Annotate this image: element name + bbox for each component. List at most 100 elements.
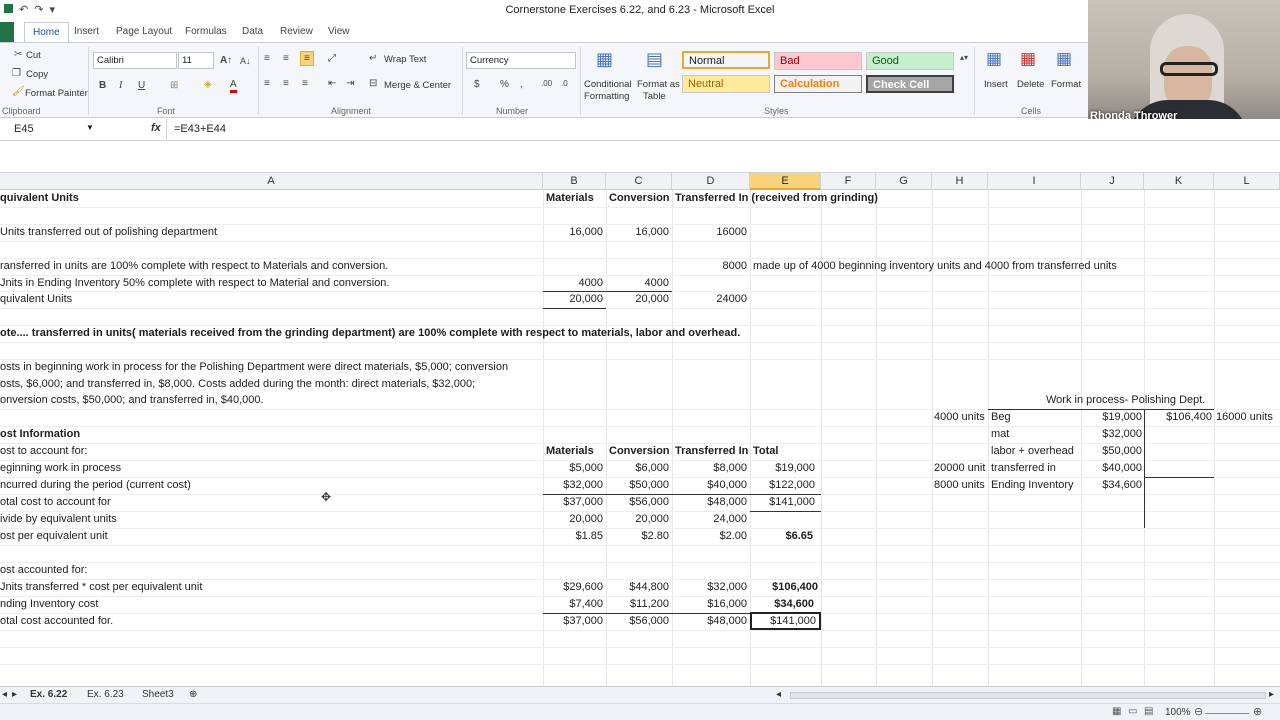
- cell-e17[interactable]: $19,000: [750, 460, 815, 477]
- currency-button[interactable]: $: [474, 79, 480, 90]
- sheet-tab-ex-6-23[interactable]: Ex. 6.23: [87, 689, 124, 700]
- cell-b16[interactable]: Materials: [546, 443, 594, 460]
- cell-a5[interactable]: ransferred in units are 100% complete wi…: [0, 258, 388, 275]
- cell-j18[interactable]: $34,600: [1081, 477, 1142, 494]
- cell-j14[interactable]: $19,000: [1081, 409, 1142, 426]
- column-header-i[interactable]: I: [988, 173, 1081, 190]
- underline-icon[interactable]: U: [138, 80, 145, 91]
- cell-h14[interactable]: 4000 units: [934, 409, 985, 426]
- cell-a6[interactable]: Jnits in Ending Inventory 50% complete w…: [0, 275, 389, 292]
- cell-c21[interactable]: $2.80: [606, 528, 669, 545]
- cell-d24[interactable]: $32,000: [672, 579, 747, 596]
- cell-i15[interactable]: mat: [991, 426, 1009, 443]
- cell-j16[interactable]: $50,000: [1081, 443, 1142, 460]
- formula-input[interactable]: =E43+E44: [174, 123, 226, 135]
- column-header-b[interactable]: B: [543, 173, 606, 190]
- tab-review[interactable]: Review: [280, 26, 313, 37]
- cell-c26[interactable]: $56,000: [606, 613, 669, 630]
- cell-j17[interactable]: $40,000: [1081, 460, 1142, 477]
- grow-font-icon[interactable]: A↑: [220, 55, 232, 66]
- style-calculation[interactable]: Calculation: [774, 75, 862, 93]
- merge-center-button[interactable]: Merge & Center: [384, 80, 451, 91]
- cell-b3[interactable]: 16,000: [543, 224, 603, 241]
- new-sheet-icon[interactable]: ⊕: [189, 689, 197, 700]
- cell-l14[interactable]: 16000 units: [1216, 409, 1273, 426]
- style-neutral[interactable]: Neutral: [682, 75, 770, 93]
- cell-c17[interactable]: $6,000: [606, 460, 669, 477]
- cell-b7[interactable]: 20,000: [543, 291, 603, 308]
- cell-e16[interactable]: Total: [753, 443, 778, 460]
- cell-d17[interactable]: $8,000: [672, 460, 747, 477]
- cell-i14[interactable]: Beg: [991, 409, 1011, 426]
- cell-a18[interactable]: ncurred during the period (current cost): [0, 477, 191, 494]
- cell-e18[interactable]: $122,000: [750, 477, 815, 494]
- cell-a15[interactable]: ost Information: [0, 426, 80, 443]
- name-box-dropdown-icon[interactable]: ▼: [86, 123, 94, 132]
- column-header-d[interactable]: D: [672, 173, 750, 190]
- cell-i17[interactable]: transferred in: [991, 460, 1056, 477]
- page-break-view-icon[interactable]: ▤: [1144, 706, 1153, 717]
- bold-icon[interactable]: B: [99, 80, 106, 91]
- active-cell-selection[interactable]: [750, 612, 821, 630]
- wrap-text-button[interactable]: Wrap Text: [384, 54, 426, 65]
- cell-a1[interactable]: quivalent Units: [0, 190, 79, 207]
- style-good[interactable]: Good: [866, 52, 954, 70]
- comma-style-icon[interactable]: ,: [520, 79, 523, 90]
- cell-c24[interactable]: $44,800: [606, 579, 669, 596]
- decrease-indent-icon[interactable]: ⇤: [328, 78, 336, 89]
- decrease-decimal-icon[interactable]: .0: [561, 79, 568, 88]
- font-size-select[interactable]: 11: [178, 52, 214, 69]
- align-right-icon[interactable]: ≡: [302, 78, 308, 89]
- cell-b21[interactable]: $1.85: [543, 528, 603, 545]
- cell-a7[interactable]: quivalent Units: [0, 291, 72, 308]
- cell-e24[interactable]: $106,400: [750, 579, 818, 596]
- cell-c1[interactable]: Conversion: [609, 190, 670, 207]
- column-header-h[interactable]: H: [932, 173, 988, 190]
- style-bad[interactable]: Bad: [774, 52, 862, 70]
- cell-d26[interactable]: $48,000: [672, 613, 747, 630]
- cell-d3[interactable]: 16000: [672, 224, 747, 241]
- cell-a24[interactable]: Jnits transferred * cost per equivalent …: [0, 579, 202, 596]
- cell-b1[interactable]: Materials: [546, 190, 594, 207]
- font-color-icon[interactable]: A: [230, 79, 237, 93]
- tab-formulas[interactable]: Formulas: [185, 26, 227, 37]
- cell-c18[interactable]: $50,000: [606, 477, 669, 494]
- tab-home[interactable]: Home: [24, 22, 69, 43]
- cut-button[interactable]: Cut: [26, 50, 41, 61]
- cell-a3[interactable]: Units transferred out of polishing depar…: [0, 224, 217, 241]
- t-account-title[interactable]: Work in process- Polishing Dept.: [1046, 392, 1205, 409]
- format-as-table-button[interactable]: Format as: [637, 79, 680, 90]
- insert-function-icon[interactable]: fx: [151, 122, 161, 134]
- hscroll-right-icon[interactable]: ▸: [1269, 689, 1274, 700]
- cell-c20[interactable]: 20,000: [606, 511, 669, 528]
- shrink-font-icon[interactable]: A↓: [240, 56, 251, 66]
- cell-d1[interactable]: Transferred In (received from grinding): [675, 190, 878, 207]
- cell-d18[interactable]: $40,000: [672, 477, 747, 494]
- borders-icon[interactable]: ⊞: [170, 80, 178, 91]
- cell-c25[interactable]: $11,200: [606, 596, 669, 613]
- styles-scroll-icon[interactable]: ▴▾: [960, 53, 968, 62]
- conditional-formatting-button[interactable]: Conditional: [584, 79, 632, 90]
- cell-b25[interactable]: $7,400: [543, 596, 603, 613]
- column-header-j[interactable]: J: [1081, 173, 1144, 190]
- insert-cells-button[interactable]: Insert: [984, 79, 1008, 90]
- cell-d7[interactable]: 24000: [672, 291, 747, 308]
- cell-i18[interactable]: Ending Inventory: [991, 477, 1074, 494]
- cell-d20[interactable]: 24,000: [672, 511, 747, 528]
- cell-a9[interactable]: ote.... transferred in units( materials …: [0, 325, 740, 342]
- cell-a16[interactable]: ost to account for:: [0, 443, 87, 460]
- cell-a17[interactable]: eginning work in process: [0, 460, 121, 477]
- tab-data[interactable]: Data: [242, 26, 263, 37]
- style-check-cell[interactable]: Check Cell: [866, 75, 954, 93]
- hscroll-left-icon[interactable]: ◂: [776, 689, 781, 700]
- font-name-select[interactable]: Calibri: [93, 52, 177, 69]
- cell-a20[interactable]: ivide by equivalent units: [0, 511, 117, 528]
- horizontal-scrollbar[interactable]: [790, 692, 1266, 699]
- column-header-k[interactable]: K: [1144, 173, 1214, 190]
- cell-d19[interactable]: $48,000: [672, 494, 747, 511]
- sheet-nav-prev-icon[interactable]: ◂: [2, 689, 7, 700]
- align-middle-icon[interactable]: ≡: [283, 53, 289, 64]
- cell-c6[interactable]: 4000: [606, 275, 669, 292]
- cell-e19[interactable]: $141,000: [750, 494, 815, 511]
- align-bottom-icon[interactable]: ≡: [300, 51, 314, 66]
